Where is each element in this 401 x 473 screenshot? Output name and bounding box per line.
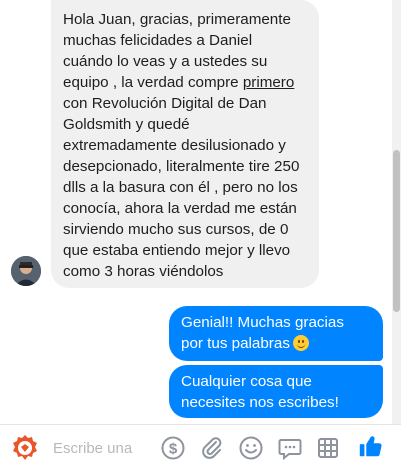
app-logo-icon[interactable] bbox=[10, 433, 40, 463]
outgoing-message: Genial!! Muchas gracias por tus palabras bbox=[169, 306, 383, 361]
message-input-placeholder[interactable]: Escribe una bbox=[53, 440, 132, 457]
incoming-text-after: con Revolución Digital de Dan Goldsmith … bbox=[63, 95, 300, 280]
thumbs-up-icon[interactable] bbox=[357, 433, 385, 461]
scrollbar-thumb[interactable] bbox=[393, 150, 400, 312]
paperclip-icon[interactable] bbox=[199, 435, 225, 461]
outgoing-message: Cualquier cosa que necesites nos escribe… bbox=[169, 365, 383, 418]
message-composer: Escribe una $ bbox=[0, 424, 401, 473]
outgoing-text: Genial!! Muchas gracias por tus palabras bbox=[181, 314, 344, 352]
contact-avatar[interactable] bbox=[11, 256, 41, 286]
incoming-underlined-word: primero bbox=[242, 74, 295, 91]
message-thread: Hola Juan, gracias, primeramente muchas … bbox=[0, 0, 401, 424]
svg-text:$: $ bbox=[169, 441, 178, 458]
outgoing-text: Cualquier cosa que necesites nos escribe… bbox=[181, 373, 339, 411]
smile-emoji-icon bbox=[292, 335, 309, 351]
dollar-icon[interactable]: $ bbox=[160, 435, 186, 461]
speech-bubble-icon[interactable] bbox=[277, 435, 303, 461]
incoming-message: Hola Juan, gracias, primeramente muchas … bbox=[51, 0, 319, 288]
smile-icon[interactable] bbox=[238, 435, 264, 461]
table-icon[interactable] bbox=[315, 435, 341, 461]
